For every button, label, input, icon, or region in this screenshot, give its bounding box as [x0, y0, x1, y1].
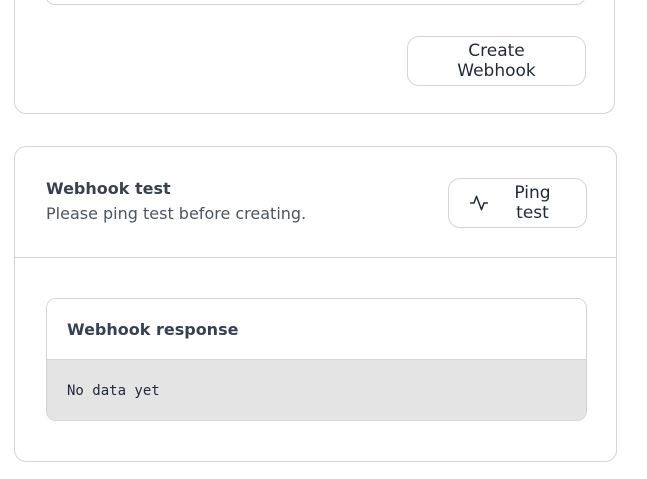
ping-test-button[interactable]: Ping test	[448, 178, 587, 228]
webhook-form-field[interactable]	[45, 0, 586, 5]
webhook-test-card: Webhook test Please ping test before cre…	[14, 146, 617, 462]
create-webhook-card: Create Webhook	[14, 0, 615, 114]
page: Create Webhook Webhook test Please ping …	[0, 0, 647, 479]
create-webhook-button[interactable]: Create Webhook	[407, 36, 586, 86]
webhook-test-title: Webhook test	[46, 179, 171, 198]
webhook-response-title: Webhook response	[47, 299, 586, 360]
webhook-response-body: No data yet	[47, 360, 586, 420]
card-divider	[15, 257, 616, 258]
activity-pulse-icon	[469, 193, 489, 213]
webhook-response-panel: Webhook response No data yet	[46, 298, 587, 421]
create-webhook-button-label: Create Webhook	[457, 41, 536, 81]
ping-test-button-label: Ping test	[514, 183, 551, 223]
webhook-test-description: Please ping test before creating.	[46, 204, 307, 223]
